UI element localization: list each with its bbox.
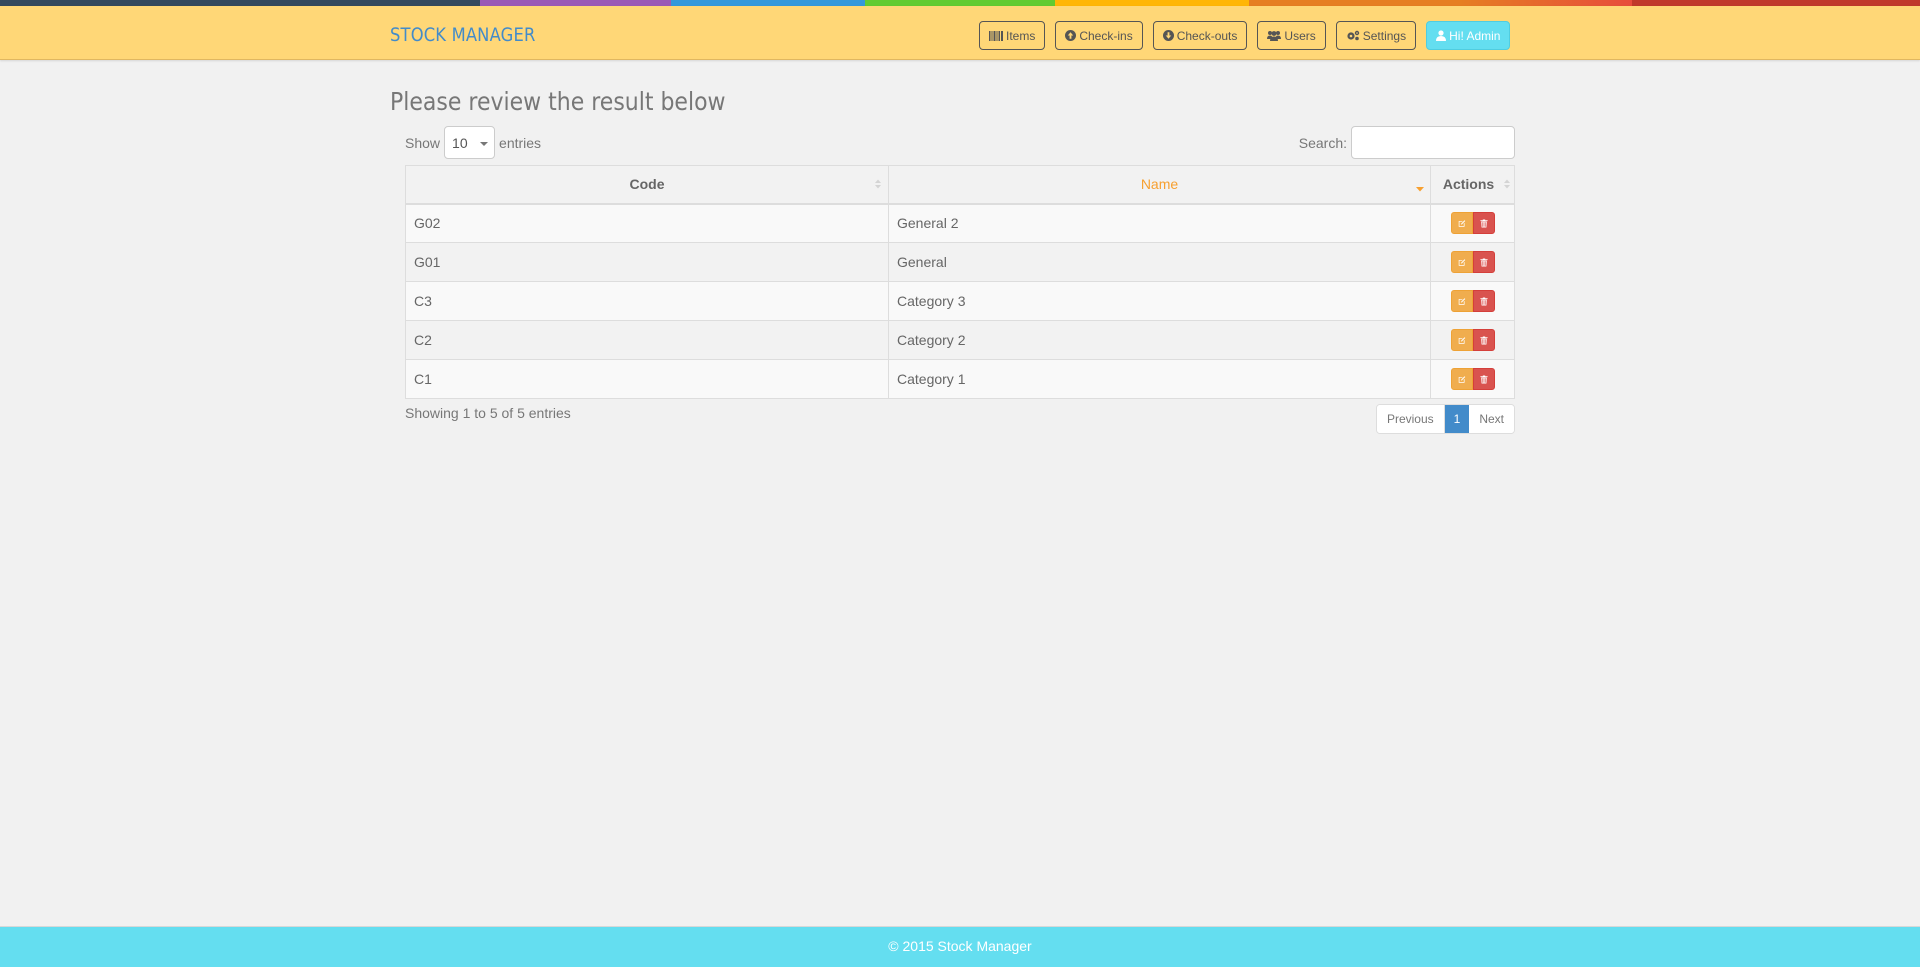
edit-icon <box>1458 336 1465 344</box>
nav-label: Hi! Admin <box>1449 28 1501 43</box>
column-label: Actions <box>1442 176 1495 193</box>
edit-icon <box>1458 297 1465 305</box>
nav-check-ins-button[interactable]: Check-ins <box>1055 21 1143 50</box>
cell-code: C3 <box>405 281 889 321</box>
table-row: C3 Category 3 <box>405 281 1515 321</box>
edit-button[interactable] <box>1450 212 1473 235</box>
nav-label: Settings <box>1362 28 1407 43</box>
delete-button[interactable] <box>1472 290 1495 312</box>
footer: © 2015 Stock Manager <box>0 926 1920 967</box>
entries-per-page-select[interactable]: 10 <box>444 126 496 159</box>
nav-label: Check-ins <box>1079 28 1133 43</box>
row-action-buttons <box>1450 290 1495 312</box>
column-header-code[interactable]: Code <box>405 165 889 205</box>
delete-button[interactable] <box>1472 251 1495 273</box>
cell-name: General <box>888 242 1431 282</box>
pagination-next[interactable]: Next <box>1469 405 1514 433</box>
edit-button[interactable] <box>1450 329 1473 351</box>
column-header-actions[interactable]: Actions <box>1430 165 1515 205</box>
nav-check-outs-button[interactable]: Check-outs <box>1152 21 1248 50</box>
entries-length-control: Show 10 entries <box>405 126 541 159</box>
user-icon <box>1436 30 1447 41</box>
gears-icon <box>1347 30 1359 41</box>
sort-desc-icon <box>1416 186 1424 192</box>
delete-button[interactable] <box>1472 329 1495 351</box>
sort-both-icon <box>1504 179 1510 189</box>
trash-icon <box>1479 297 1488 305</box>
row-action-buttons <box>1450 212 1495 235</box>
table-body: G02 General 2 G01 General C3 Category 3 C2 Cate… <box>405 203 1515 399</box>
edit-button[interactable] <box>1450 251 1473 273</box>
brand-logo[interactable]: STOCK MANAGER <box>390 24 536 46</box>
row-action-buttons <box>1450 368 1495 390</box>
search-control: Search: <box>1299 126 1515 159</box>
page-title: Please review the result below <box>390 87 726 116</box>
nav-label: Items <box>1006 28 1036 43</box>
cell-code: G02 <box>405 203 889 243</box>
table-row: G01 General <box>405 242 1515 282</box>
table-row: C1 Category 1 <box>405 359 1515 399</box>
length-prefix: Show <box>405 134 441 151</box>
edit-icon <box>1458 258 1465 266</box>
footer-copyright: © 2015 Stock Manager <box>888 938 1032 954</box>
length-suffix: entries <box>499 134 542 151</box>
arrow-circle-down-icon <box>1162 30 1174 41</box>
row-action-buttons <box>1450 329 1495 351</box>
pagination-previous[interactable]: Previous <box>1376 405 1445 433</box>
trash-icon <box>1479 258 1488 266</box>
users-icon <box>1267 31 1282 41</box>
cell-name: Category 2 <box>888 320 1431 360</box>
nav-settings-button[interactable]: Settings <box>1335 21 1417 50</box>
search-input[interactable] <box>1351 126 1515 159</box>
nav-items-button[interactable]: Items <box>979 21 1046 50</box>
edit-icon <box>1458 219 1465 227</box>
caret-down-icon <box>480 142 489 146</box>
cell-code: G01 <box>405 242 889 282</box>
nav-label: Check-outs <box>1176 28 1238 43</box>
trash-icon <box>1479 375 1488 383</box>
edit-icon <box>1458 375 1465 383</box>
cell-actions <box>1430 320 1515 360</box>
column-label: Name <box>1140 176 1179 193</box>
arrow-circle-up-icon <box>1065 30 1077 41</box>
cell-actions <box>1430 203 1515 243</box>
barcode-icon <box>989 30 1003 41</box>
trash-icon <box>1479 336 1488 344</box>
cell-actions <box>1430 242 1515 282</box>
delete-button[interactable] <box>1472 368 1495 390</box>
table-header-row: Code Name Actions <box>405 165 1515 205</box>
cell-code: C1 <box>405 359 889 399</box>
nav-users-button[interactable]: Users <box>1257 21 1326 50</box>
nav-label: Users <box>1284 28 1316 43</box>
trash-icon <box>1479 219 1488 228</box>
cell-actions <box>1430 281 1515 321</box>
table-info: Showing 1 to 5 of 5 entries <box>405 405 571 421</box>
delete-button[interactable] <box>1472 212 1495 235</box>
cell-name: General 2 <box>888 203 1431 243</box>
navbar: STOCK MANAGER Items Check-ins Check-outs… <box>0 6 1920 60</box>
row-action-buttons <box>1450 251 1495 273</box>
sort-both-icon <box>875 179 881 189</box>
column-label: Code <box>629 176 665 193</box>
cell-name: Category 1 <box>888 359 1431 399</box>
pagination: Previous 1 Next <box>1375 404 1515 434</box>
edit-button[interactable] <box>1450 290 1473 312</box>
nav-buttons: Items Check-ins Check-outs Users Setting… <box>979 21 1511 50</box>
column-header-name[interactable]: Name <box>888 165 1431 205</box>
cell-code: C2 <box>405 320 889 360</box>
cell-name: Category 3 <box>888 281 1431 321</box>
edit-button[interactable] <box>1450 368 1473 390</box>
pagination-page-1[interactable]: 1 <box>1444 405 1470 433</box>
user-menu-button[interactable]: Hi! Admin <box>1426 21 1511 50</box>
results-table: Code Name Actions G02 General 2 G01 General… <box>405 165 1515 399</box>
search-label: Search: <box>1298 134 1347 151</box>
cell-actions <box>1430 359 1515 399</box>
select-value: 10 <box>452 134 468 151</box>
table-row: G02 General 2 <box>405 203 1515 243</box>
table-row: C2 Category 2 <box>405 320 1515 360</box>
